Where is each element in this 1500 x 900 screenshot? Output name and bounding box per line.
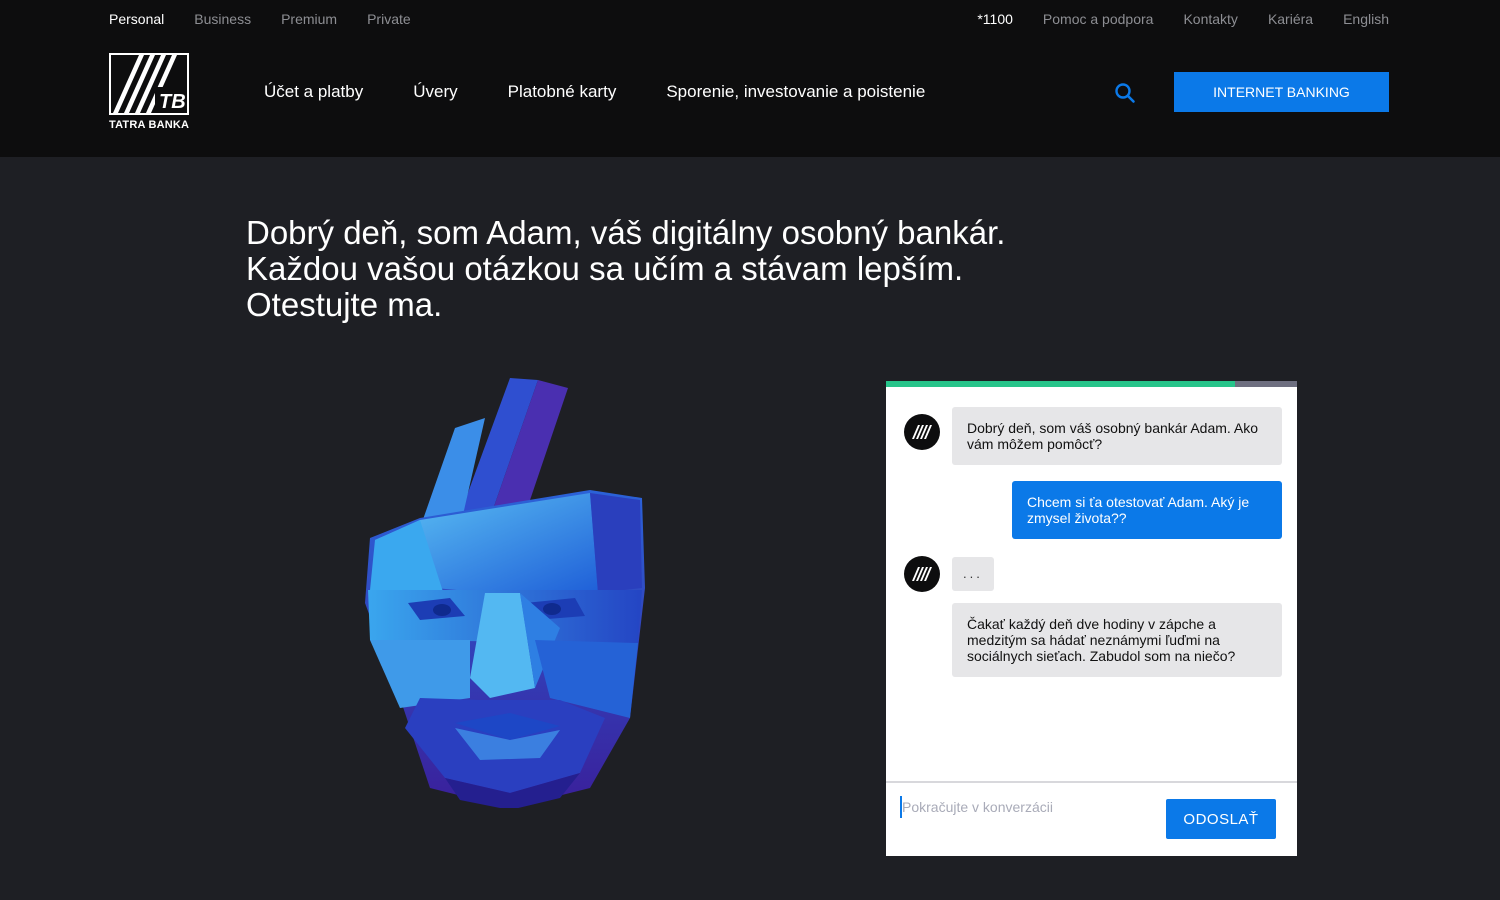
bot-avatar — [904, 414, 940, 450]
chat-message-user: Chcem si ťa otestovať Adam. Aký je zmyse… — [1012, 481, 1282, 539]
main-header: TB TATRA BANKA Účet a platby Úvery Plato… — [0, 38, 1500, 157]
logo-mark: TB — [109, 53, 189, 115]
segment-premium[interactable]: Premium — [281, 11, 337, 27]
bot-logo-icon — [912, 567, 932, 581]
hero-line: Dobrý deň, som Adam, váš digitálny osobn… — [246, 214, 1006, 251]
segment-private[interactable]: Private — [367, 11, 411, 27]
chat-widget: Dobrý deň, som váš osobný bankár Adam. A… — [886, 381, 1297, 856]
internet-banking-button[interactable]: INTERNET BANKING — [1174, 72, 1389, 112]
language-link[interactable]: English — [1343, 11, 1389, 27]
typing-indicator: ... — [952, 557, 994, 591]
phone-link[interactable]: *1100 — [977, 11, 1013, 27]
search-icon[interactable] — [1114, 82, 1136, 104]
chat-message-bot: Dobrý deň, som váš osobný bankár Adam. A… — [952, 407, 1282, 465]
bot-logo-icon — [912, 425, 932, 439]
chat-progress-bar — [886, 381, 1297, 387]
segment-personal[interactable]: Personal — [109, 11, 164, 27]
adam-face-illustration — [360, 378, 650, 810]
contacts-link[interactable]: Kontakty — [1183, 11, 1237, 27]
logo-stripes-icon: TB — [113, 55, 187, 113]
nav-item-accounts[interactable]: Účet a platby — [264, 82, 363, 102]
bot-avatar — [904, 556, 940, 592]
utility-links: *1100 Pomoc a podpora Kontakty Kariéra E… — [977, 11, 1389, 27]
chat-input-divider — [886, 781, 1297, 783]
chat-input[interactable] — [900, 796, 1160, 818]
send-button[interactable]: ODOSLAŤ — [1166, 799, 1276, 839]
career-link[interactable]: Kariéra — [1268, 11, 1313, 27]
tatra-banka-logo[interactable]: TB TATRA BANKA — [109, 53, 189, 133]
hero-heading: Dobrý deň, som Adam, váš digitálny osobn… — [246, 215, 1005, 323]
chat-message-bot: Čakať každý deň dve hodiny v zápche a me… — [952, 603, 1282, 677]
chat-progress-fill — [886, 381, 1236, 387]
logo-wordmark: TATRA BANKA — [109, 119, 190, 131]
top-utility-bar: Personal Business Premium Private *1100 … — [0, 0, 1500, 38]
nav-item-savings[interactable]: Sporenie, investovanie a poistenie — [666, 82, 925, 102]
hero-line: Otestujte ma. — [246, 286, 443, 323]
nav-item-loans[interactable]: Úvery — [413, 82, 457, 102]
nav-item-cards[interactable]: Platobné karty — [508, 82, 617, 102]
segment-business[interactable]: Business — [194, 11, 251, 27]
logo-mark-text: TB — [159, 91, 186, 113]
help-link[interactable]: Pomoc a podpora — [1043, 11, 1154, 27]
segment-nav: Personal Business Premium Private — [109, 11, 411, 27]
main-nav: Účet a platby Úvery Platobné karty Spore… — [264, 82, 925, 102]
hero-line: Každou vašou otázkou sa učím a stávam le… — [246, 250, 964, 287]
